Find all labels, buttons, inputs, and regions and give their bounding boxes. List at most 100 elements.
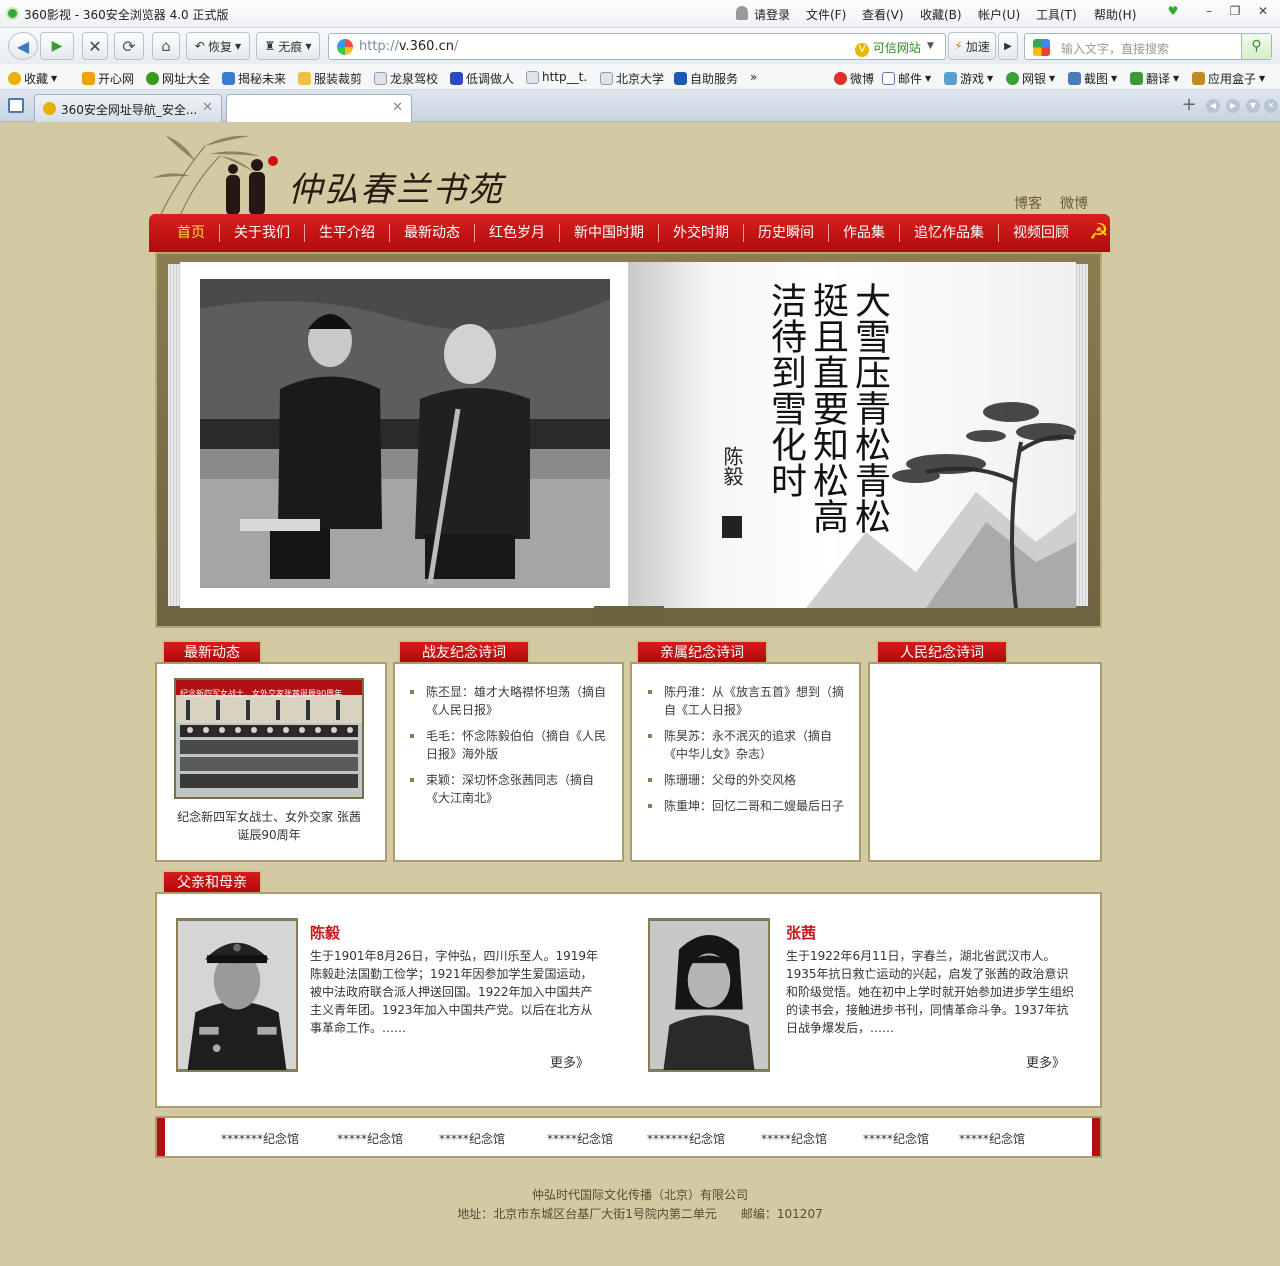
tool-bank[interactable]: 网银 ▼ bbox=[1006, 70, 1055, 87]
fav-kaixin[interactable]: 开心网 bbox=[82, 70, 134, 87]
trusted-site-badge[interactable]: V 可信网站 bbox=[855, 39, 921, 57]
nav-red-years[interactable]: 红色岁月 bbox=[474, 224, 559, 242]
go-button[interactable]: ▶ bbox=[998, 32, 1018, 60]
nav-works[interactable]: 作品集 bbox=[828, 224, 899, 242]
fav-more-icon[interactable]: » bbox=[750, 70, 757, 84]
fav-pku[interactable]: 北京大学 bbox=[600, 70, 664, 87]
memorial-link[interactable]: *****纪念馆 bbox=[959, 1130, 1025, 1147]
memorial-link[interactable]: *****纪念馆 bbox=[337, 1130, 403, 1147]
memorial-link[interactable]: *****纪念馆 bbox=[439, 1130, 505, 1147]
list-item[interactable]: 陈丕显：雄才大略襟怀坦荡（摘自《人民日报》 bbox=[410, 683, 614, 719]
tool-mail[interactable]: 邮件 ▼ bbox=[882, 70, 931, 87]
url-text[interactable]: http://v.360.cn/ bbox=[359, 39, 458, 54]
close-tab-icon[interactable]: ✕ bbox=[202, 100, 213, 115]
memorial-link[interactable]: *****纪念馆 bbox=[547, 1130, 613, 1147]
skin-icon[interactable]: ♥ bbox=[1164, 4, 1182, 20]
blog-link[interactable]: 博客 bbox=[1014, 196, 1042, 212]
menu-favorites[interactable]: 收藏(B) bbox=[920, 6, 962, 23]
fav-http[interactable]: http__t. bbox=[526, 70, 587, 84]
search-icon[interactable]: ⚲ bbox=[1241, 34, 1271, 59]
list-item[interactable]: 陈昊苏：永不泯灭的追求（摘自《中华儿女》杂志） bbox=[648, 727, 852, 763]
restore-button[interactable]: ↶ 恢复 ▼ bbox=[186, 32, 250, 60]
tool-screenshot[interactable]: 截图 ▼ bbox=[1068, 70, 1117, 87]
menu-account[interactable]: 帐户(U) bbox=[978, 6, 1020, 23]
refresh-button[interactable]: ⟳ bbox=[114, 32, 144, 60]
tab-scroll-left-icon[interactable]: ◀ bbox=[1206, 99, 1220, 113]
weibo-link[interactable]: 微博 bbox=[1060, 196, 1088, 212]
tab-active[interactable]: ✕ bbox=[226, 94, 412, 122]
close-all-tabs-icon[interactable]: ✕ bbox=[1264, 99, 1278, 113]
tool-weibo[interactable]: 微博 bbox=[834, 70, 874, 87]
nav-about[interactable]: 关于我们 bbox=[219, 224, 304, 242]
fav-driving[interactable]: 龙泉驾校 bbox=[374, 70, 438, 87]
comrades-label[interactable]: 战友纪念诗词 bbox=[398, 640, 530, 662]
parents-label[interactable]: 父亲和母亲 bbox=[162, 870, 262, 892]
fav-sewing[interactable]: 服装裁剪 bbox=[298, 70, 362, 87]
url-dropdown-icon[interactable]: ▼ bbox=[927, 41, 934, 51]
list-item[interactable]: 毛毛：怀念陈毅伯伯（摘自《人民日报》海外版 bbox=[410, 727, 614, 763]
forward-button[interactable]: ▶ bbox=[40, 32, 74, 60]
mother-portrait[interactable] bbox=[648, 918, 770, 1072]
mother-more-link[interactable]: 更多》 bbox=[1026, 1052, 1065, 1071]
back-button[interactable]: ◀ bbox=[8, 32, 38, 60]
fav-future[interactable]: 揭秘未来 bbox=[222, 70, 286, 87]
new-tab-icon[interactable]: + bbox=[1178, 96, 1200, 116]
nav-history[interactable]: 历史瞬间 bbox=[743, 224, 828, 242]
menu-view[interactable]: 查看(V) bbox=[862, 6, 904, 23]
menu-help[interactable]: 帮助(H) bbox=[1094, 6, 1136, 23]
menu-login[interactable]: 请登录 bbox=[754, 6, 790, 23]
fav-selfservice[interactable]: 自助服务 bbox=[674, 70, 738, 87]
fav-lowkey[interactable]: 低调做人 bbox=[450, 70, 514, 87]
minimize-icon[interactable]: – bbox=[1200, 4, 1218, 20]
search-box[interactable]: 输入文字，直接搜索 ⚲ bbox=[1024, 33, 1272, 60]
list-item[interactable]: 陈重坤：回忆二哥和二嫂最后日子 bbox=[648, 797, 852, 815]
menu-file[interactable]: 文件(F) bbox=[806, 6, 846, 23]
nav-biography[interactable]: 生平介绍 bbox=[304, 224, 389, 242]
restore-icon[interactable]: ❐ bbox=[1226, 4, 1244, 20]
window-title: 360影视 - 360安全浏览器 4.0 正式版 bbox=[24, 8, 229, 22]
menu-tools[interactable]: 工具(T) bbox=[1036, 6, 1077, 23]
nav-memorial-works[interactable]: 追忆作品集 bbox=[899, 224, 998, 242]
memorial-link[interactable]: *****纪念馆 bbox=[863, 1130, 929, 1147]
tab-list-icon[interactable]: ▼ bbox=[1246, 99, 1260, 113]
stop-button[interactable]: ✕ bbox=[82, 32, 108, 60]
nav-new-china[interactable]: 新中国时期 bbox=[559, 224, 658, 242]
search-input[interactable]: 输入文字，直接搜索 bbox=[1061, 40, 1169, 57]
home-button[interactable]: ⌂ bbox=[152, 32, 180, 60]
tab-navigation[interactable]: 360安全网址导航_安全... ✕ bbox=[34, 94, 222, 122]
sidebar-toggle-icon[interactable] bbox=[8, 98, 24, 113]
memorial-link[interactable]: *****纪念馆 bbox=[761, 1130, 827, 1147]
tool-translate[interactable]: 翻译 ▼ bbox=[1130, 70, 1179, 87]
nav-home[interactable]: 首页 bbox=[163, 224, 219, 242]
news-label[interactable]: 最新动态 bbox=[162, 640, 262, 662]
nav-news[interactable]: 最新动态 bbox=[389, 224, 474, 242]
close-tab-icon[interactable]: ✕ bbox=[392, 100, 403, 115]
memorial-link[interactable]: *******纪念馆 bbox=[221, 1130, 299, 1147]
address-bar[interactable]: http://v.360.cn/ V 可信网站 ▼ bbox=[328, 33, 946, 60]
fav-collect[interactable]: 收藏 ▼ bbox=[8, 70, 57, 87]
tool-games[interactable]: 游戏 ▼ bbox=[944, 70, 993, 87]
nav-diplomacy[interactable]: 外交时期 bbox=[658, 224, 743, 242]
father-more-link[interactable]: 更多》 bbox=[550, 1052, 589, 1071]
memorial-link[interactable]: *******纪念馆 bbox=[647, 1130, 725, 1147]
father-portrait[interactable] bbox=[176, 918, 298, 1072]
mother-name[interactable]: 张茜 bbox=[786, 922, 816, 943]
tab-scroll-right-icon[interactable]: ▶ bbox=[1226, 99, 1240, 113]
silhouette-logo-icon bbox=[226, 156, 278, 215]
banner-couple-photo bbox=[200, 279, 610, 588]
close-window-icon[interactable]: ✕ bbox=[1254, 4, 1272, 20]
father-name[interactable]: 陈毅 bbox=[310, 922, 340, 943]
people-label[interactable]: 人民纪念诗词 bbox=[876, 640, 1008, 662]
list-item[interactable]: 陈丹淮：从《放言五首》想到（摘自《工人日报》 bbox=[648, 683, 852, 719]
relatives-label[interactable]: 亲属纪念诗词 bbox=[636, 640, 768, 662]
nav-videos[interactable]: 视频回顾 bbox=[998, 224, 1083, 242]
fav-directory[interactable]: 网址大全 bbox=[146, 70, 210, 87]
list-item[interactable]: 束颖：深切怀念张茜同志（摘自《大江南北》 bbox=[410, 771, 614, 807]
browser-titlebar: 360影视 - 360安全浏览器 4.0 正式版 请登录 文件(F) 查看(V)… bbox=[0, 0, 1280, 28]
news-caption[interactable]: 纪念新四军女战士、女外交家 张茜诞辰90周年 bbox=[176, 808, 362, 844]
list-item[interactable]: 陈珊珊：父母的外交风格 bbox=[648, 771, 852, 789]
search-engine-icon[interactable] bbox=[1033, 39, 1050, 56]
incognito-button[interactable]: ♜ 无痕 ▼ bbox=[256, 32, 320, 60]
tool-appbox[interactable]: 应用盒子 ▼ bbox=[1192, 70, 1265, 87]
speed-button[interactable]: ⚡ 加速 bbox=[948, 32, 996, 60]
